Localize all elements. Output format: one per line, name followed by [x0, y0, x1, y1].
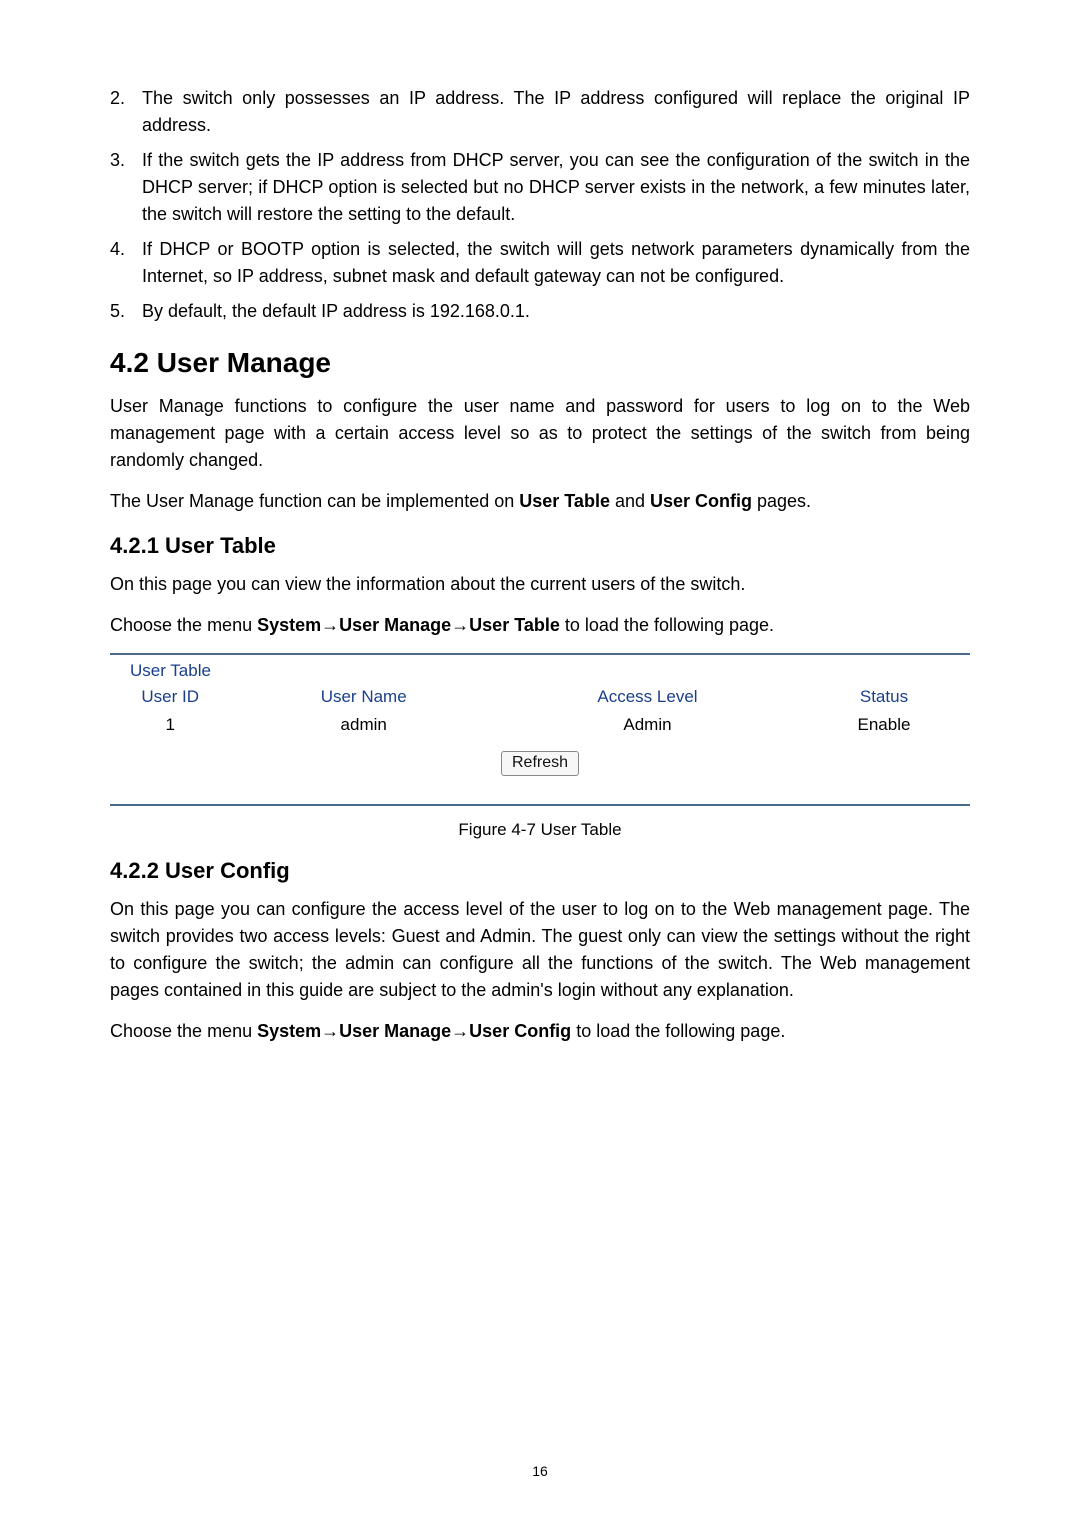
- refresh-button[interactable]: Refresh: [501, 751, 579, 776]
- text-span: to load the following page.: [560, 615, 774, 635]
- section-heading-4-2: 4.2 User Manage: [110, 347, 970, 379]
- user-table-figure: User Table User ID User Name Access Leve…: [110, 653, 970, 806]
- sec42-paragraph-2: The User Manage function can be implemen…: [110, 488, 970, 515]
- page-number: 16: [0, 1463, 1080, 1479]
- figure-caption: Figure 4-7 User Table: [110, 820, 970, 840]
- text-span: Choose the menu: [110, 615, 257, 635]
- note-text: The switch only possesses an IP address.…: [142, 85, 970, 139]
- sec421-paragraph-1: On this page you can view the informatio…: [110, 571, 970, 598]
- section-heading-4-2-2: 4.2.2 User Config: [110, 858, 970, 884]
- sec42-paragraph-1: User Manage functions to configure the u…: [110, 393, 970, 474]
- user-table-header-row: User ID User Name Access Level Status: [110, 683, 970, 711]
- header-access-level: Access Level: [497, 687, 798, 707]
- note-number: 4.: [110, 236, 142, 290]
- note-item-5: 5. By default, the default IP address is…: [110, 298, 970, 325]
- cell-access-level: Admin: [497, 715, 798, 735]
- note-text: By default, the default IP address is 19…: [142, 298, 970, 325]
- user-table-title: User Table: [110, 655, 970, 683]
- note-item-2: 2. The switch only possesses an IP addre…: [110, 85, 970, 139]
- text-span: and: [610, 491, 650, 511]
- numbered-notes-list: 2. The switch only possesses an IP addre…: [110, 85, 970, 325]
- text-span: to load the following page.: [571, 1021, 785, 1041]
- note-item-4: 4. If DHCP or BOOTP option is selected, …: [110, 236, 970, 290]
- cell-user-name: admin: [230, 715, 497, 735]
- bold-menu-path: System→User Manage→User Config: [257, 1021, 571, 1041]
- header-status: Status: [798, 687, 970, 707]
- note-text: If the switch gets the IP address from D…: [142, 147, 970, 228]
- note-item-3: 3. If the switch gets the IP address fro…: [110, 147, 970, 228]
- sec422-paragraph-2: Choose the menu System→User Manage→User …: [110, 1018, 970, 1045]
- user-table-row: 1 admin Admin Enable: [110, 711, 970, 739]
- section-heading-4-2-1: 4.2.1 User Table: [110, 533, 970, 559]
- text-span: pages.: [752, 491, 811, 511]
- cell-status: Enable: [798, 715, 970, 735]
- note-number: 5.: [110, 298, 142, 325]
- note-text: If DHCP or BOOTP option is selected, the…: [142, 236, 970, 290]
- sec421-paragraph-2: Choose the menu System→User Manage→User …: [110, 612, 970, 639]
- cell-user-id: 1: [110, 715, 230, 735]
- document-page: 2. The switch only possesses an IP addre…: [0, 0, 1080, 1527]
- header-user-name: User Name: [230, 687, 497, 707]
- bold-user-config: User Config: [650, 491, 752, 511]
- user-table-button-row: Refresh: [110, 751, 970, 776]
- bold-user-table: User Table: [519, 491, 610, 511]
- note-number: 3.: [110, 147, 142, 228]
- bold-menu-path: System→User Manage→User Table: [257, 615, 560, 635]
- text-span: The User Manage function can be implemen…: [110, 491, 519, 511]
- note-number: 2.: [110, 85, 142, 139]
- header-user-id: User ID: [110, 687, 230, 707]
- text-span: Choose the menu: [110, 1021, 257, 1041]
- sec422-paragraph-1: On this page you can configure the acces…: [110, 896, 970, 1004]
